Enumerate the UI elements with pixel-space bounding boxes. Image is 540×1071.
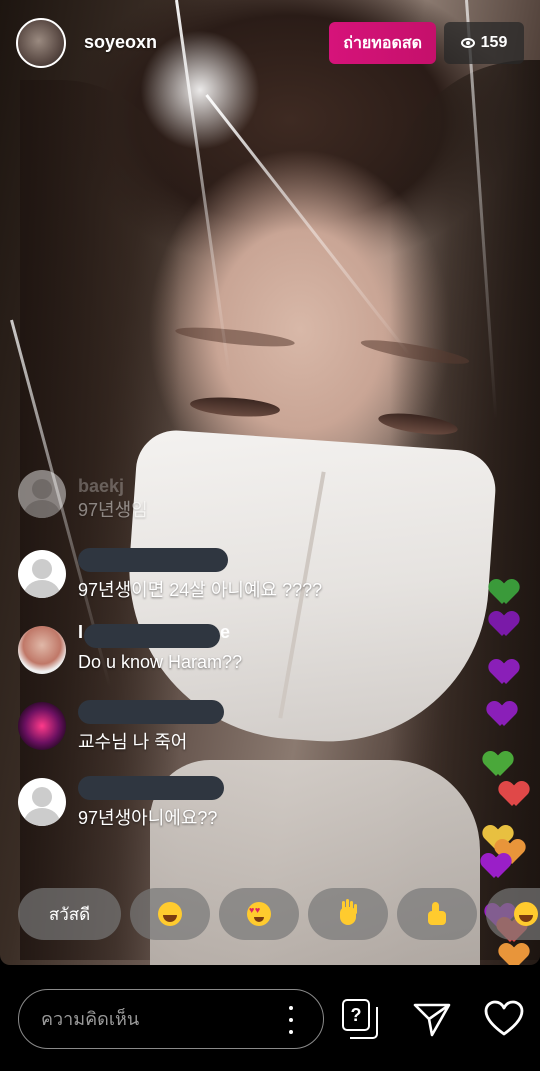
comment-item: I e Do u know Haram?? [18, 622, 398, 702]
commenter-name-end[interactable]: e [220, 622, 230, 643]
floating-heart-icon [495, 939, 533, 965]
comment-text: 97년생이면 24살 아니예요 ???? [78, 580, 323, 600]
comment-input[interactable] [41, 1006, 261, 1032]
floating-heart-icon [485, 607, 523, 638]
comment-text: 97년생아니에요?? [78, 808, 218, 828]
broadcaster-username[interactable]: soyeoxn [84, 32, 157, 53]
quick-reply-hello[interactable]: สวัสดี [18, 888, 121, 940]
redacted-commenter-name [78, 548, 228, 572]
video-light-flare [205, 94, 411, 356]
quick-reaction-thumbs-up[interactable] [397, 888, 477, 940]
commenter-name-start[interactable]: I [78, 622, 83, 643]
floating-heart-icon [477, 849, 515, 880]
heart-icon[interactable] [484, 999, 524, 1039]
commenter-name[interactable]: baekj [78, 476, 124, 497]
comment-item: 교수님 나 죽어 [18, 700, 398, 778]
floating-heart-icon [485, 575, 523, 606]
quick-reaction-laugh[interactable] [130, 888, 210, 940]
heart-eyes-emoji-icon [247, 902, 271, 926]
commenter-avatar[interactable] [18, 626, 66, 674]
question-icon[interactable]: ? [340, 999, 380, 1039]
quick-reaction-wave[interactable] [308, 888, 388, 940]
quick-reaction-heart-eyes[interactable] [219, 888, 299, 940]
video-eye-left [189, 394, 281, 420]
commenter-avatar[interactable] [18, 470, 66, 518]
quick-reaction-laugh-2[interactable] [486, 888, 540, 940]
commenter-avatar[interactable] [18, 778, 66, 826]
comment-item: 97년생아니에요?? [18, 776, 398, 854]
commenter-avatar[interactable] [18, 550, 66, 598]
bottom-bar: ? [0, 965, 540, 1071]
comment-text: 교수님 나 죽어 [78, 732, 188, 752]
viewer-count: 159 [480, 34, 508, 51]
live-badge: ถ่ายทอดสด [329, 22, 436, 64]
comment-text: 97년생임 [78, 500, 148, 520]
waving-hand-emoji-icon [336, 901, 360, 927]
redacted-commenter-name [78, 776, 224, 800]
quick-reactions-bar: สวัสดี [18, 888, 540, 940]
send-icon[interactable] [412, 999, 452, 1039]
floating-heart-icon [485, 655, 523, 686]
commenter-avatar[interactable] [18, 702, 66, 750]
comment-item: baekj 97년생임 [18, 470, 398, 546]
live-video[interactable]: soyeoxn ถ่ายทอดสด 159 baekj 97년생임 97년생이면… [0, 0, 540, 965]
viewer-count-badge[interactable]: 159 [444, 22, 524, 64]
more-options-icon[interactable] [289, 1006, 293, 1034]
broadcaster-avatar[interactable] [16, 18, 66, 68]
floating-heart-icon [495, 777, 533, 808]
video-brow-left [174, 323, 296, 351]
comment-composer[interactable] [18, 989, 324, 1049]
laughing-emoji-icon [514, 902, 538, 926]
thumbs-up-emoji-icon [425, 902, 449, 926]
live-header: soyeoxn ถ่ายทอดสด 159 [16, 16, 524, 68]
comment-feed: baekj 97년생임 97년생이면 24살 아니예요 ???? I e Do … [18, 470, 398, 854]
comment-text: Do u know Haram?? [78, 652, 243, 672]
eye-icon [460, 38, 475, 48]
redacted-commenter-name [84, 624, 220, 648]
comment-item: 97년생이면 24살 아니예요 ???? [18, 548, 398, 626]
floating-heart-icon [479, 747, 517, 778]
floating-heart-icon [483, 697, 521, 728]
redacted-commenter-name [78, 700, 224, 724]
laughing-emoji-icon [158, 902, 182, 926]
